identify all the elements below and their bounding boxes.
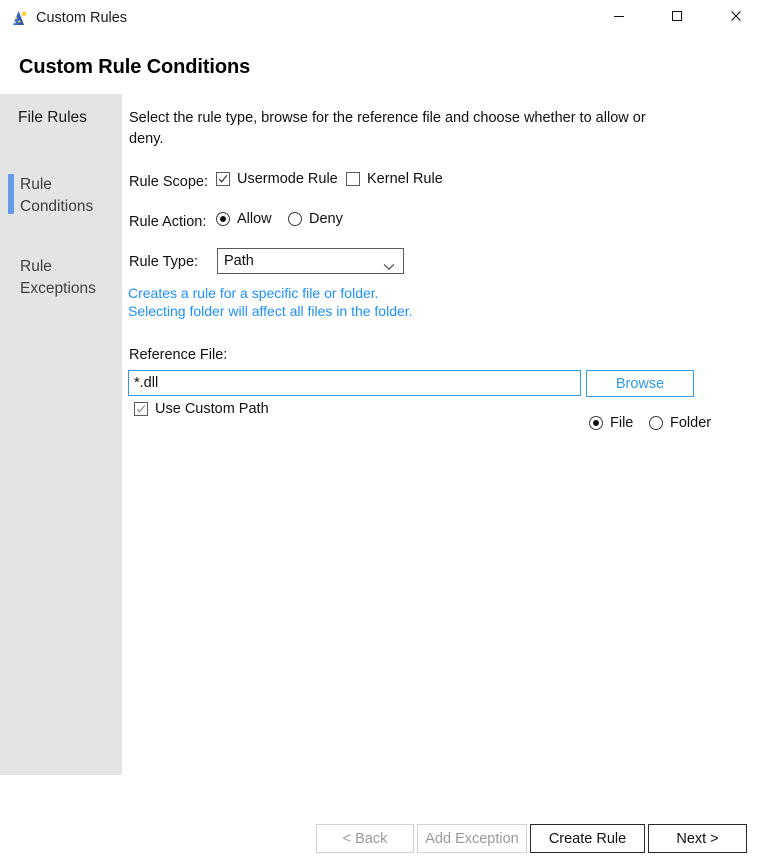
instructions-text: Select the rule type, browse for the ref… <box>129 108 649 150</box>
back-button[interactable]: < Back <box>316 824 414 853</box>
rule-scope-label: Rule Scope: <box>129 172 208 192</box>
close-icon[interactable] <box>713 0 759 32</box>
radio-label: File <box>610 414 633 432</box>
checkbox-unchecked-icon <box>346 172 360 186</box>
rule-action-label: Rule Action: <box>129 212 206 232</box>
checkbox-checked-icon <box>216 172 230 186</box>
checkbox-kernel-rule[interactable]: Kernel Rule <box>346 170 443 188</box>
rule-type-dropdown[interactable]: Path <box>217 248 404 274</box>
title-bar: Custom Rules <box>0 0 766 36</box>
radio-deny[interactable]: Deny <box>288 210 343 228</box>
checkbox-label: Usermode Rule <box>237 170 338 188</box>
sidebar: File Rules Rule Conditions Rule Exceptio… <box>0 94 122 775</box>
checkbox-usermode-rule[interactable]: Usermode Rule <box>216 170 338 188</box>
radio-file[interactable]: File <box>589 414 633 432</box>
checkbox-use-custom-path[interactable]: Use Custom Path <box>134 400 269 418</box>
checkbox-label: Kernel Rule <box>367 170 443 188</box>
party-hat-icon <box>10 8 30 28</box>
browse-button-label: Browse <box>616 375 664 393</box>
reference-file-label: Reference File: <box>129 345 227 365</box>
checkbox-checked-icon <box>134 402 148 416</box>
radio-selected-icon <box>589 416 603 430</box>
reference-file-value: *.dll <box>134 374 158 393</box>
radio-label: Folder <box>670 414 711 432</box>
footer-button-bar: < Back Add Exception Create Rule Next > <box>0 794 766 865</box>
main-content: Select the rule type, browse for the ref… <box>122 94 766 794</box>
radio-label: Deny <box>309 210 343 228</box>
radio-unselected-icon <box>649 416 663 430</box>
radio-folder[interactable]: Folder <box>649 414 711 432</box>
sidebar-item-rule-conditions[interactable]: Rule Conditions <box>0 164 122 226</box>
radio-label: Allow <box>237 210 272 228</box>
sidebar-item-label: Rule Exceptions <box>20 256 96 300</box>
sidebar-item-label: Rule Conditions <box>20 174 93 218</box>
sidebar-item-file-rules[interactable]: File Rules <box>0 94 122 144</box>
rule-type-description: Creates a rule for a specific file or fo… <box>128 284 608 320</box>
window-title: Custom Rules <box>36 8 127 28</box>
next-button[interactable]: Next > <box>648 824 747 853</box>
create-rule-button[interactable]: Create Rule <box>530 824 645 853</box>
rule-type-selected-value: Path <box>224 252 254 271</box>
page-title: Custom Rule Conditions <box>19 56 250 79</box>
checkbox-label: Use Custom Path <box>155 400 269 418</box>
radio-allow[interactable]: Allow <box>216 210 272 228</box>
sidebar-item-label: File Rules <box>18 107 87 129</box>
maximize-icon[interactable] <box>654 0 700 32</box>
sidebar-item-rule-exceptions[interactable]: Rule Exceptions <box>0 246 122 308</box>
add-exception-button[interactable]: Add Exception <box>417 824 527 853</box>
radio-selected-icon <box>216 212 230 226</box>
reference-file-input[interactable]: *.dll <box>128 370 581 396</box>
rule-type-label: Rule Type: <box>129 252 198 272</box>
minimize-icon[interactable] <box>596 0 642 32</box>
active-indicator-bar <box>8 174 14 214</box>
chevron-down-icon <box>383 258 395 276</box>
radio-unselected-icon <box>288 212 302 226</box>
browse-button[interactable]: Browse <box>586 370 694 397</box>
